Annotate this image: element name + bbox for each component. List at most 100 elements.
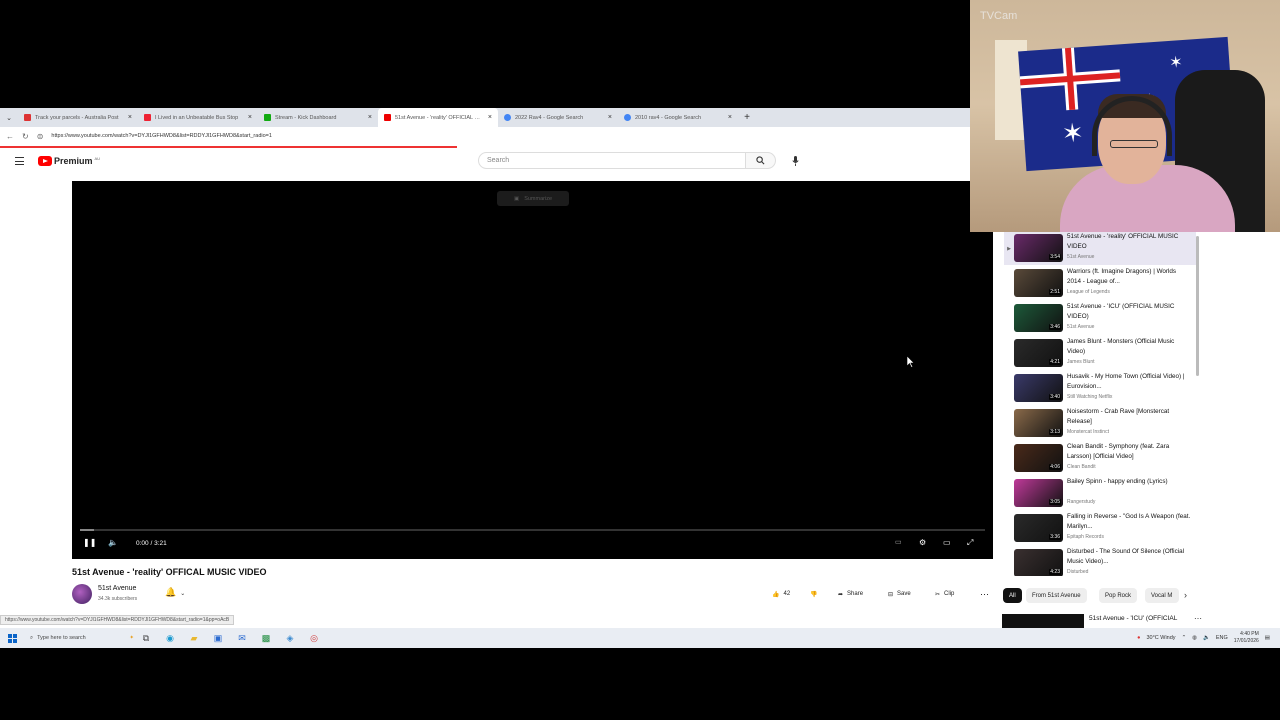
- playlist-item-title: Warriors (ft. Imagine Dragons) | Worlds …: [1067, 268, 1177, 285]
- drag-handle-icon: [1004, 337, 1014, 370]
- more-actions-icon[interactable]: ⋯: [980, 586, 989, 602]
- recommended-thumbnail[interactable]: [1002, 614, 1084, 628]
- chip-from-channel[interactable]: From 51st Avenue: [1026, 588, 1087, 603]
- chip-all[interactable]: All: [1003, 588, 1022, 603]
- playlist-thumbnail[interactable]: 4:21: [1014, 339, 1063, 367]
- search-input[interactable]: Search: [478, 152, 746, 169]
- back-icon[interactable]: ←: [6, 132, 14, 141]
- playlist-thumbnail[interactable]: 3:54: [1014, 234, 1063, 262]
- notifications-icon[interactable]: ▤: [1265, 635, 1270, 641]
- tab-search-icon[interactable]: ⌄: [0, 108, 18, 127]
- subtitles-icon[interactable]: ▭: [895, 538, 902, 546]
- channel-name[interactable]: 51st Avenue: [98, 585, 136, 592]
- playlist-thumbnail[interactable]: 3:40: [1014, 374, 1063, 402]
- close-icon[interactable]: ×: [128, 114, 132, 121]
- more-options-icon[interactable]: ⋯: [1194, 614, 1202, 623]
- mail-icon[interactable]: ✉: [230, 628, 254, 648]
- video-player[interactable]: ▣ Summarize ❚❚ 🔈 0:00 / 3:21 ▭ ⚙ ▭ ⤢: [72, 181, 993, 559]
- playlist-item[interactable]: 2:51 Warriors (ft. Imagine Dragons) | Wor…: [1004, 267, 1196, 300]
- menu-icon[interactable]: [15, 157, 24, 165]
- duration-badge: 3:46: [1049, 324, 1061, 330]
- channel-avatar[interactable]: [72, 584, 92, 604]
- playlist-item[interactable]: 3:40 Husavik - My Home Town (Official Vid…: [1004, 372, 1196, 405]
- playlist-item-text: Clean Bandit - Symphony (feat. Zara Lars…: [1063, 442, 1191, 475]
- playlist-item-channel: Monstercat Instinct: [1067, 429, 1109, 435]
- tab-2010-rav4[interactable]: 2010 rav4 - Google Search ×: [618, 108, 738, 127]
- playlist-thumbnail[interactable]: 3:13: [1014, 409, 1063, 437]
- playlist-thumbnail[interactable]: 3:05: [1014, 479, 1063, 507]
- playlist-item[interactable]: 3:13 Noisestorm - Crab Rave [Monstercat R…: [1004, 407, 1196, 440]
- clip-button[interactable]: ✂ Clip: [935, 586, 954, 602]
- like-button[interactable]: 👍 42: [772, 586, 790, 602]
- site-info-icon[interactable]: ⊜: [37, 132, 44, 141]
- volume-icon[interactable]: 🔈: [108, 538, 118, 547]
- drag-handle-icon: [1004, 372, 1014, 405]
- save-button[interactable]: ⊟ Save: [888, 586, 911, 602]
- windows-start-icon[interactable]: [0, 633, 24, 643]
- playlist-item[interactable]: 3:05 Bailey Spinn - happy ending (Lyrics)…: [1004, 477, 1196, 510]
- language[interactable]: ENG: [1216, 635, 1228, 641]
- close-icon[interactable]: ×: [368, 114, 372, 121]
- close-icon[interactable]: ×: [728, 114, 732, 121]
- summarize-button[interactable]: ▣ Summarize: [497, 191, 569, 206]
- app-icon[interactable]: ◈: [278, 628, 302, 648]
- search-button[interactable]: [746, 152, 776, 169]
- playlist-thumbnail[interactable]: 4:23: [1014, 549, 1063, 576]
- playlist-item[interactable]: 4:21 James Blunt - Monsters (Official Mus…: [1004, 337, 1196, 370]
- webcam-label: TVCam: [980, 10, 1018, 22]
- chrome-icon[interactable]: ◎: [302, 628, 326, 648]
- close-icon[interactable]: ×: [608, 114, 612, 121]
- settings-icon[interactable]: ⚙: [919, 538, 926, 547]
- recommended-title[interactable]: 51st Avenue - 'ICU' (OFFICIAL: [1089, 615, 1177, 622]
- playlist-item[interactable]: ▶ 3:54 51st Avenue - 'reality' OFFICIAL MU…: [1004, 232, 1196, 265]
- voice-search-button[interactable]: [786, 152, 804, 169]
- close-icon[interactable]: ×: [248, 114, 252, 121]
- tab-youtube-video[interactable]: 51st Avenue - 'reality' OFFICIAL MUSIC ×: [378, 108, 498, 127]
- chevron-down-icon[interactable]: ⌄: [180, 591, 185, 597]
- store-icon[interactable]: ▣: [206, 628, 230, 648]
- chevron-right-icon[interactable]: ›: [1184, 590, 1187, 600]
- clock[interactable]: 4:40 PM 17/01/2026: [1234, 631, 1259, 645]
- app-icon[interactable]: ▩: [254, 628, 278, 648]
- progress-bar[interactable]: [80, 529, 985, 531]
- tab-australia-post[interactable]: Track your parcels - Australia Post ×: [18, 108, 138, 127]
- tab-bus-stop[interactable]: I Lived in an Unbeatable Bus Stop ×: [138, 108, 258, 127]
- theater-mode-icon[interactable]: ▭: [943, 538, 951, 547]
- task-view-icon[interactable]: ⧉: [134, 628, 158, 648]
- playlist-item-title: Falling in Reverse - "God Is A Weapon (f…: [1067, 513, 1191, 530]
- playlist-item[interactable]: 4:23 Disturbed - The Sound Of Silence (Of…: [1004, 547, 1196, 576]
- share-button[interactable]: ➦ Share: [838, 586, 863, 602]
- notification-bell-icon[interactable]: 🔔 ⌄: [165, 587, 185, 598]
- chip-pop-rock[interactable]: Pop Rock: [1099, 588, 1138, 603]
- playlist-item[interactable]: 4:06 Clean Bandit - Symphony (feat. Zara …: [1004, 442, 1196, 475]
- screen: ⌄ Track your parcels - Australia Post × I…: [0, 0, 1280, 720]
- chip-vocal[interactable]: Vocal M: [1145, 588, 1179, 603]
- new-tab-icon[interactable]: +: [738, 112, 756, 123]
- playlist-thumbnail[interactable]: 4:06: [1014, 444, 1063, 472]
- weather[interactable]: 30°C Windy: [1146, 635, 1175, 641]
- playlist-item-text: 51st Avenue - 'ICU' (OFFICIAL MUSIC VIDE…: [1063, 302, 1191, 335]
- windows-logo: [7, 633, 17, 643]
- edge-icon[interactable]: ◉: [158, 628, 182, 648]
- dislike-button[interactable]: 👎: [810, 586, 817, 602]
- close-icon[interactable]: ×: [488, 114, 492, 121]
- playlist-thumbnail[interactable]: 2:51: [1014, 269, 1063, 297]
- taskbar-search[interactable]: ⌕ Type here to search ✦: [24, 631, 134, 645]
- playlist-item-channel: League of Legends: [1067, 289, 1110, 295]
- volume-icon[interactable]: 🔈: [1203, 635, 1210, 641]
- url-field[interactable]: https://www.youtube.com/watch?v=DYJl1GFH…: [51, 133, 272, 139]
- playlist-scrollbar[interactable]: [1196, 236, 1199, 376]
- reload-icon[interactable]: ↻: [22, 132, 29, 141]
- tab-2022-rav4[interactable]: 2022 Rav4 - Google Search ×: [498, 108, 618, 127]
- playlist-item[interactable]: 3:36 Falling in Reverse - "God Is A Weapo…: [1004, 512, 1196, 545]
- playlist-item[interactable]: 3:46 51st Avenue - 'ICU' (OFFICIAL MUSIC …: [1004, 302, 1196, 335]
- tab-kick-dashboard[interactable]: Stream - Kick Dashboard ×: [258, 108, 378, 127]
- chevron-up-icon[interactable]: ⌃: [1182, 635, 1187, 641]
- pause-icon[interactable]: ❚❚: [83, 538, 96, 547]
- network-icon[interactable]: ◍: [1192, 635, 1197, 641]
- youtube-premium-logo[interactable]: Premium AU: [38, 156, 100, 166]
- file-explorer-icon[interactable]: ▰: [182, 628, 206, 648]
- fullscreen-icon[interactable]: ⤢: [967, 538, 973, 548]
- playlist-thumbnail[interactable]: 3:36: [1014, 514, 1063, 542]
- playlist-thumbnail[interactable]: 3:46: [1014, 304, 1063, 332]
